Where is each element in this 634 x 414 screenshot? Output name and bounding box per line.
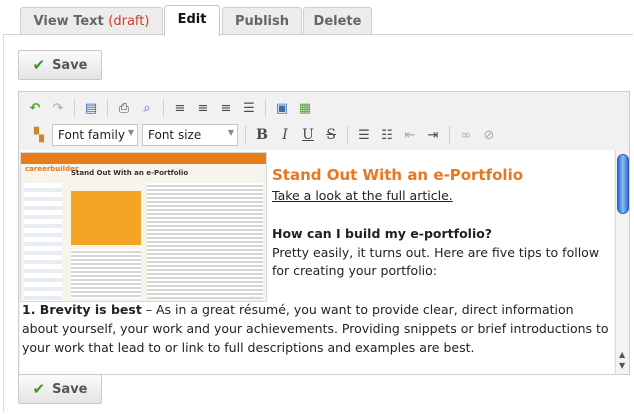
paste-from-word-icon[interactable]: ▤ — [81, 98, 101, 118]
redo-icon[interactable]: ↷ — [48, 98, 68, 118]
tab-publish-label: Publish — [235, 14, 289, 29]
link-icon[interactable]: ∞ — [456, 125, 476, 145]
article-title: Stand Out With an e-Portfolio — [272, 166, 524, 184]
toolbar-divider — [265, 99, 266, 117]
tab-edit-label: Edit — [177, 12, 207, 27]
draft-indicator: (draft) — [108, 14, 150, 29]
thumbnail-text — [147, 183, 263, 299]
align-center-icon[interactable]: ≡ — [193, 98, 213, 118]
thumbnail-callout — [71, 191, 141, 245]
tab-view-text-label: View Text — [33, 14, 104, 29]
scroll-down-icon[interactable]: ▼ — [619, 361, 625, 370]
save-button-top[interactable]: ✔ Save — [18, 50, 102, 80]
scroll-up-icon[interactable]: ▲ — [619, 350, 625, 359]
toolbar-divider — [347, 126, 348, 144]
thumbnail-header-bar — [21, 153, 266, 164]
strikethrough-icon[interactable]: S — [321, 125, 341, 145]
font-size-select[interactable]: Font size ▼ — [142, 124, 238, 146]
tab-publish[interactable]: Publish — [222, 7, 302, 35]
tip-heading: 1. Brevity is best — [22, 302, 142, 317]
chevron-down-icon: ▼ — [227, 128, 234, 137]
save-button-label: Save — [52, 381, 88, 397]
chevron-down-icon: ▼ — [127, 128, 134, 137]
tab-bar: View Text (draft) Edit Publish Delete — [6, 5, 630, 36]
styles-icon[interactable]: ▚ — [29, 125, 49, 145]
toolbar-divider — [449, 126, 450, 144]
numbered-list-icon[interactable]: ☷ — [377, 125, 397, 145]
tab-edit[interactable]: Edit — [164, 5, 220, 36]
tip-paragraph: 1. Brevity is best – As in a great résum… — [22, 300, 612, 357]
tab-delete[interactable]: Delete — [303, 7, 372, 35]
indent-icon[interactable]: ⇥ — [423, 125, 443, 145]
bold-icon[interactable]: B — [252, 125, 272, 145]
full-article-link[interactable]: Take a look at the full article. — [272, 188, 453, 203]
undo-icon[interactable]: ↶ — [25, 98, 45, 118]
checkmark-icon: ✔ — [32, 55, 46, 74]
find-replace-icon[interactable]: ⌕ — [137, 98, 157, 118]
checkmark-icon: ✔ — [32, 379, 46, 398]
font-family-value: Font family — [58, 128, 125, 142]
font-size-value: Font size — [148, 128, 202, 142]
scrollbar-thumb[interactable] — [617, 154, 629, 214]
toolbar-divider — [163, 99, 164, 117]
section-heading: How can I build my e-portfolio? — [272, 226, 493, 241]
editor-content[interactable]: careerbuilder Stand Out With an e-Portfo… — [20, 150, 614, 374]
align-left-icon[interactable]: ≡ — [170, 98, 190, 118]
print-icon[interactable]: ⎙ — [114, 98, 134, 118]
toolbar-row-2: ▚ Font family ▼ Font size ▼ B I U S ☰ ☷ … — [29, 123, 502, 147]
toolbar-divider — [74, 99, 75, 117]
save-button-bottom[interactable]: ✔ Save — [18, 374, 102, 404]
intro-paragraph: Pretty easily, it turns out. Here are fi… — [272, 245, 600, 278]
insert-image-icon[interactable]: ▣ — [272, 98, 292, 118]
font-family-select[interactable]: Font family ▼ — [52, 124, 138, 146]
align-justify-icon[interactable]: ☰ — [239, 98, 259, 118]
toolbar-row-1: ↶ ↷ ▤ ⎙ ⌕ ≡ ≡ ≡ ☰ ▣ ▦ — [25, 96, 318, 120]
align-right-icon[interactable]: ≡ — [216, 98, 236, 118]
save-button-label: Save — [52, 57, 88, 73]
toolbar-divider — [245, 126, 246, 144]
outdent-icon[interactable]: ⇤ — [400, 125, 420, 145]
thumbnail-nav — [24, 183, 62, 301]
insert-media-icon[interactable]: ▦ — [295, 98, 315, 118]
rich-text-editor: ↶ ↷ ▤ ⎙ ⌕ ≡ ≡ ≡ ☰ ▣ ▦ ▚ Font family ▼ Fo… — [18, 91, 630, 375]
toolbar-divider — [107, 99, 108, 117]
editor-scrollbar[interactable]: ▲ ▼ — [615, 150, 629, 374]
underline-icon[interactable]: U — [298, 125, 318, 145]
unlink-icon[interactable]: ⊘ — [479, 125, 499, 145]
italic-icon[interactable]: I — [275, 125, 295, 145]
thumbnail-headline: Stand Out With an e-Portfolio — [71, 169, 189, 177]
thumbnail-text — [71, 249, 141, 299]
tab-delete-label: Delete — [313, 14, 362, 29]
tab-view-text[interactable]: View Text (draft) — [20, 7, 163, 35]
bullet-list-icon[interactable]: ☰ — [354, 125, 374, 145]
article-thumbnail-image: careerbuilder Stand Out With an e-Portfo… — [20, 152, 267, 302]
